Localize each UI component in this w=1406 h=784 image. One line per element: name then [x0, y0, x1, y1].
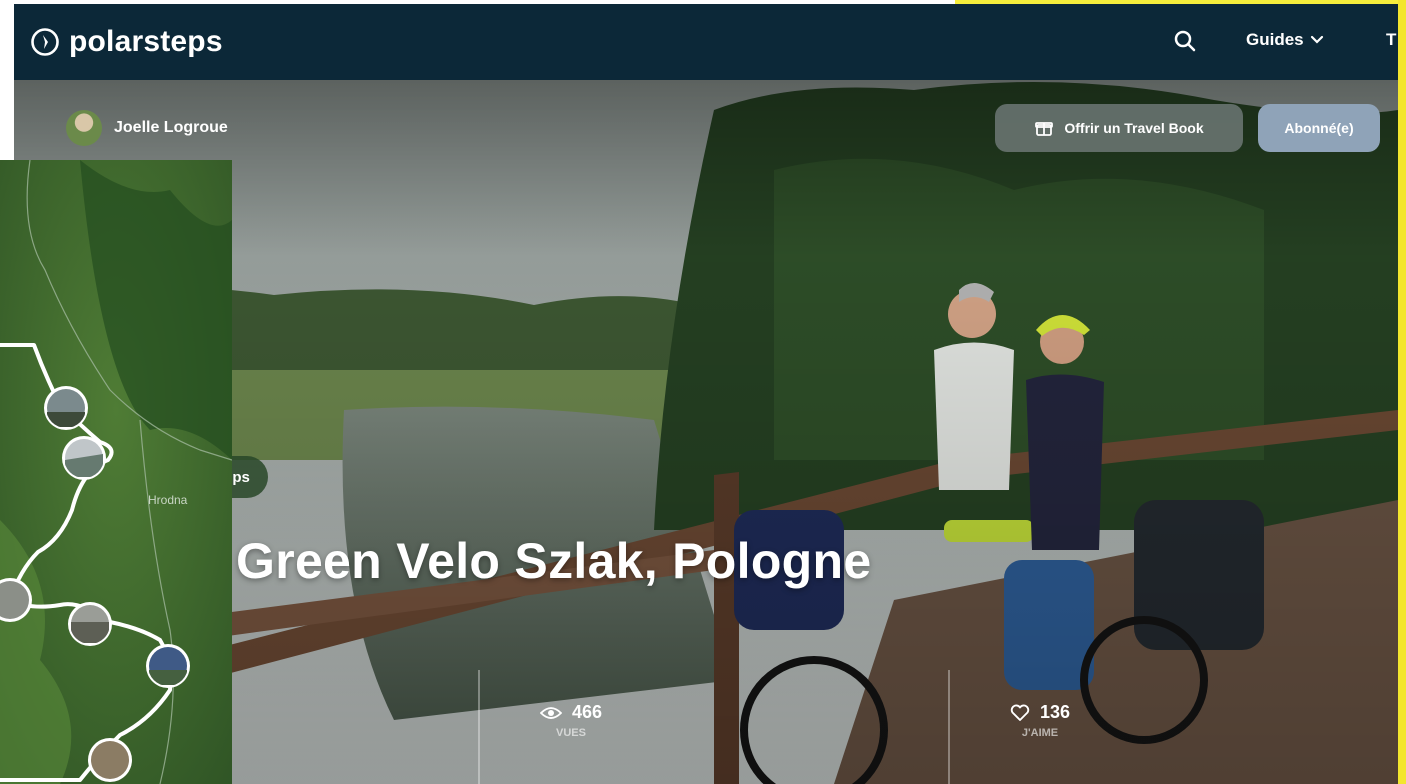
- likes-label: J'AIME: [1021, 727, 1059, 739]
- eye-icon: [540, 706, 562, 719]
- map-photo-marker[interactable]: [146, 644, 190, 688]
- top-navigation-bar: polarsteps Guides T: [14, 4, 1398, 80]
- chevron-down-icon: [1310, 35, 1323, 44]
- map-photo-marker[interactable]: [44, 386, 88, 430]
- route-map[interactable]: Hrodna: [0, 160, 232, 784]
- trip-title: Green Velo Szlak, Pologne: [236, 533, 872, 589]
- stats-divider: [478, 670, 480, 784]
- brand-logo[interactable]: polarsteps: [30, 22, 223, 62]
- nav-guides-label: Guides: [1246, 30, 1304, 49]
- author-name: Joelle Logroue: [114, 119, 228, 136]
- subscribe-button-label: Abonné(e): [1284, 120, 1354, 136]
- nav-guides-menu[interactable]: Guides: [1246, 30, 1324, 50]
- search-icon[interactable]: [1172, 28, 1198, 54]
- views-count: 466: [572, 702, 603, 722]
- subscribe-button[interactable]: Abonné(e): [1258, 104, 1380, 152]
- likes-stat[interactable]: 136 J'AIME: [1010, 702, 1070, 739]
- stats-divider: [948, 670, 950, 784]
- map-photo-marker[interactable]: [88, 738, 132, 782]
- heart-icon: [1010, 704, 1030, 721]
- compass-logo-icon: [31, 28, 59, 56]
- frame-edge: [1398, 0, 1406, 784]
- map-photo-marker[interactable]: [68, 602, 112, 646]
- brand-name: polarsteps: [69, 25, 223, 58]
- gift-icon: [1035, 122, 1054, 136]
- likes-count: 136: [1040, 702, 1071, 722]
- nav-item-truncated[interactable]: T: [1386, 30, 1396, 50]
- avatar: [66, 110, 102, 146]
- views-label: VUES: [556, 727, 586, 739]
- map-city-label: Hrodna: [148, 493, 188, 507]
- gift-travel-book-button[interactable]: Offrir un Travel Book: [995, 104, 1243, 152]
- trip-author[interactable]: Joelle Logroue: [66, 110, 228, 146]
- views-stat: 466 VUES: [540, 702, 602, 739]
- route-map-canvas: Hrodna: [0, 160, 232, 784]
- map-photo-marker[interactable]: [62, 436, 106, 480]
- gift-button-label: Offrir un Travel Book: [1064, 120, 1204, 136]
